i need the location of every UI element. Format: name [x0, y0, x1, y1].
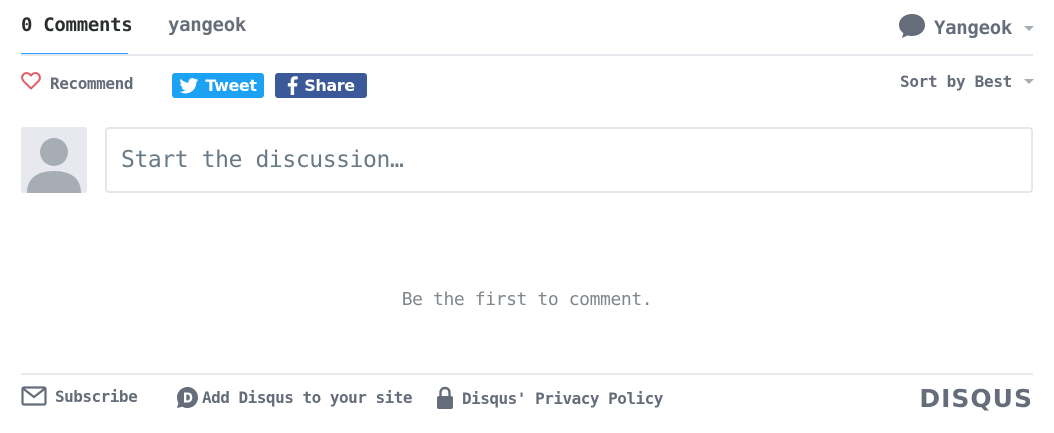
tweet-label: Tweet — [205, 76, 256, 95]
recommend-label: Recommend — [50, 74, 133, 93]
avatar — [21, 127, 87, 193]
user-menu[interactable]: Yangeok — [898, 13, 1034, 43]
heart-icon — [21, 72, 41, 94]
header-divider — [21, 54, 1033, 56]
sort-dropdown[interactable]: Sort by Best — [900, 72, 1034, 91]
subscribe-label: Subscribe — [55, 387, 137, 406]
privacy-policy-label: Disqus' Privacy Policy — [462, 389, 663, 408]
comment-input[interactable]: Start the discussion… — [105, 127, 1033, 193]
empty-state-message: Be the first to comment. — [0, 289, 1054, 310]
padlock-icon — [436, 386, 454, 410]
default-avatar-icon — [21, 127, 87, 193]
twitter-bird-icon — [179, 78, 199, 94]
recommend-button[interactable]: Recommend — [21, 72, 133, 94]
subscribe-link[interactable]: Subscribe — [21, 386, 137, 406]
add-disqus-link[interactable]: Add Disqus to your site — [176, 386, 412, 409]
share-label: Share — [304, 76, 354, 95]
privacy-policy-link[interactable]: Disqus' Privacy Policy — [436, 386, 663, 410]
footer-divider — [21, 373, 1033, 375]
add-disqus-label: Add Disqus to your site — [202, 388, 412, 407]
envelope-icon — [21, 386, 47, 406]
disqus-d-icon — [176, 386, 199, 409]
disqus-logo[interactable]: DISQUS — [919, 384, 1033, 413]
tweet-button[interactable]: Tweet — [172, 73, 264, 98]
facebook-f-icon — [287, 76, 298, 95]
user-avatar-icon — [898, 13, 926, 43]
chevron-down-icon — [1024, 26, 1034, 31]
comment-placeholder: Start the discussion… — [121, 147, 403, 173]
sort-label: Sort by Best — [900, 72, 1012, 91]
tab-comments[interactable]: 0 Comments — [21, 14, 132, 36]
tab-forum[interactable]: yangeok — [168, 14, 246, 36]
user-name: Yangeok — [934, 17, 1012, 39]
chevron-down-icon — [1024, 79, 1034, 84]
facebook-share-button[interactable]: Share — [275, 73, 367, 98]
